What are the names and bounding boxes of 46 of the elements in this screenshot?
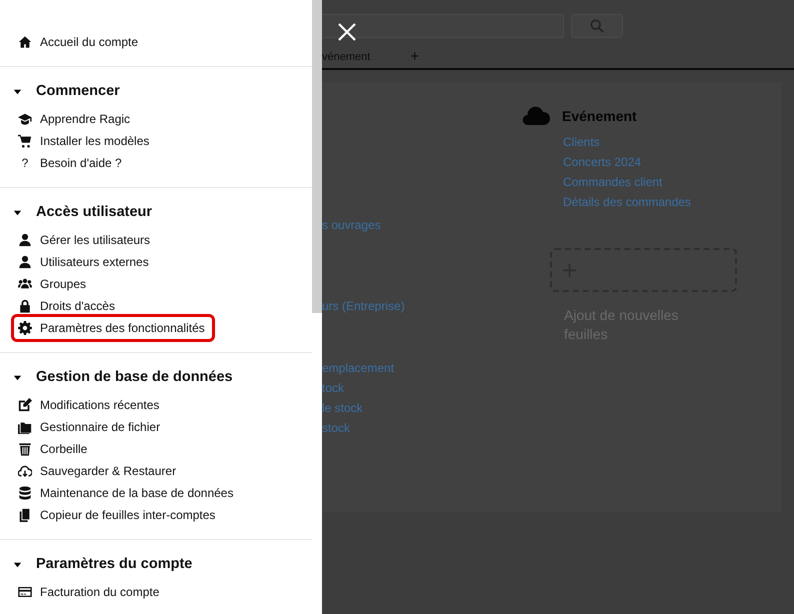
section-header[interactable]: Commencer xyxy=(0,79,312,103)
user-icon xyxy=(18,255,32,269)
cart-icon xyxy=(18,134,32,148)
caret-icon xyxy=(13,208,22,216)
card-icon xyxy=(18,585,32,599)
folder-icon xyxy=(18,420,32,434)
cloud-download-icon xyxy=(18,464,32,478)
trash-icon xyxy=(18,442,32,456)
menu-item[interactable]: Facturation du compte xyxy=(0,581,312,603)
edit-icon xyxy=(18,398,32,412)
menu-item[interactable]: Groupes xyxy=(0,273,312,295)
section-header[interactable]: Paramètres du compte xyxy=(0,552,312,576)
search-icon xyxy=(590,19,604,33)
menu-item[interactable]: Gestionnaire de fichier xyxy=(0,416,312,438)
section-header[interactable]: Gestion de base de données xyxy=(0,365,312,389)
graduation-icon xyxy=(18,112,32,126)
menu-item[interactable]: Paramètres des fonctionnalités xyxy=(12,315,214,341)
section-header[interactable]: Accès utilisateur xyxy=(0,200,312,224)
cloud-icon xyxy=(522,106,550,126)
database-icon xyxy=(18,486,32,500)
lock-icon xyxy=(18,299,32,313)
caret-icon xyxy=(13,372,22,382)
menu-item[interactable]: Maintenance de la base de données xyxy=(0,482,312,504)
gear-icon xyxy=(18,321,32,335)
menu-item[interactable]: ? Besoin d'aide ? xyxy=(0,152,312,174)
scrollbar-thumb[interactable] xyxy=(312,0,322,313)
home-icon xyxy=(18,35,32,49)
menu-item[interactable]: Droits d'accès xyxy=(0,295,312,317)
menu-item[interactable]: Corbeille xyxy=(0,438,312,460)
scrollbar[interactable] xyxy=(312,0,322,614)
menu-item[interactable]: Gérer les utilisateurs xyxy=(0,229,312,251)
menu-item[interactable]: Copieur de feuilles inter-comptes xyxy=(0,504,312,526)
users-icon xyxy=(18,277,32,291)
menu-item[interactable]: Modifications récentes xyxy=(0,394,312,416)
caret-icon xyxy=(13,560,22,568)
module-title: Evénement xyxy=(562,108,637,124)
caret-icon xyxy=(13,86,22,96)
close-button[interactable] xyxy=(337,22,357,42)
menu-item[interactable]: Accueil du compte xyxy=(0,31,312,53)
menu-item[interactable]: Installer les modèles xyxy=(0,130,312,152)
copy-icon xyxy=(18,508,32,522)
menu-item[interactable]: Utilisateurs externes xyxy=(0,251,312,273)
menu-item[interactable]: Sauvegarder & Restaurer xyxy=(0,460,312,482)
search-button[interactable] xyxy=(571,14,623,38)
user-icon xyxy=(18,233,32,247)
menu-item[interactable]: Apprendre Ragic xyxy=(0,108,312,130)
